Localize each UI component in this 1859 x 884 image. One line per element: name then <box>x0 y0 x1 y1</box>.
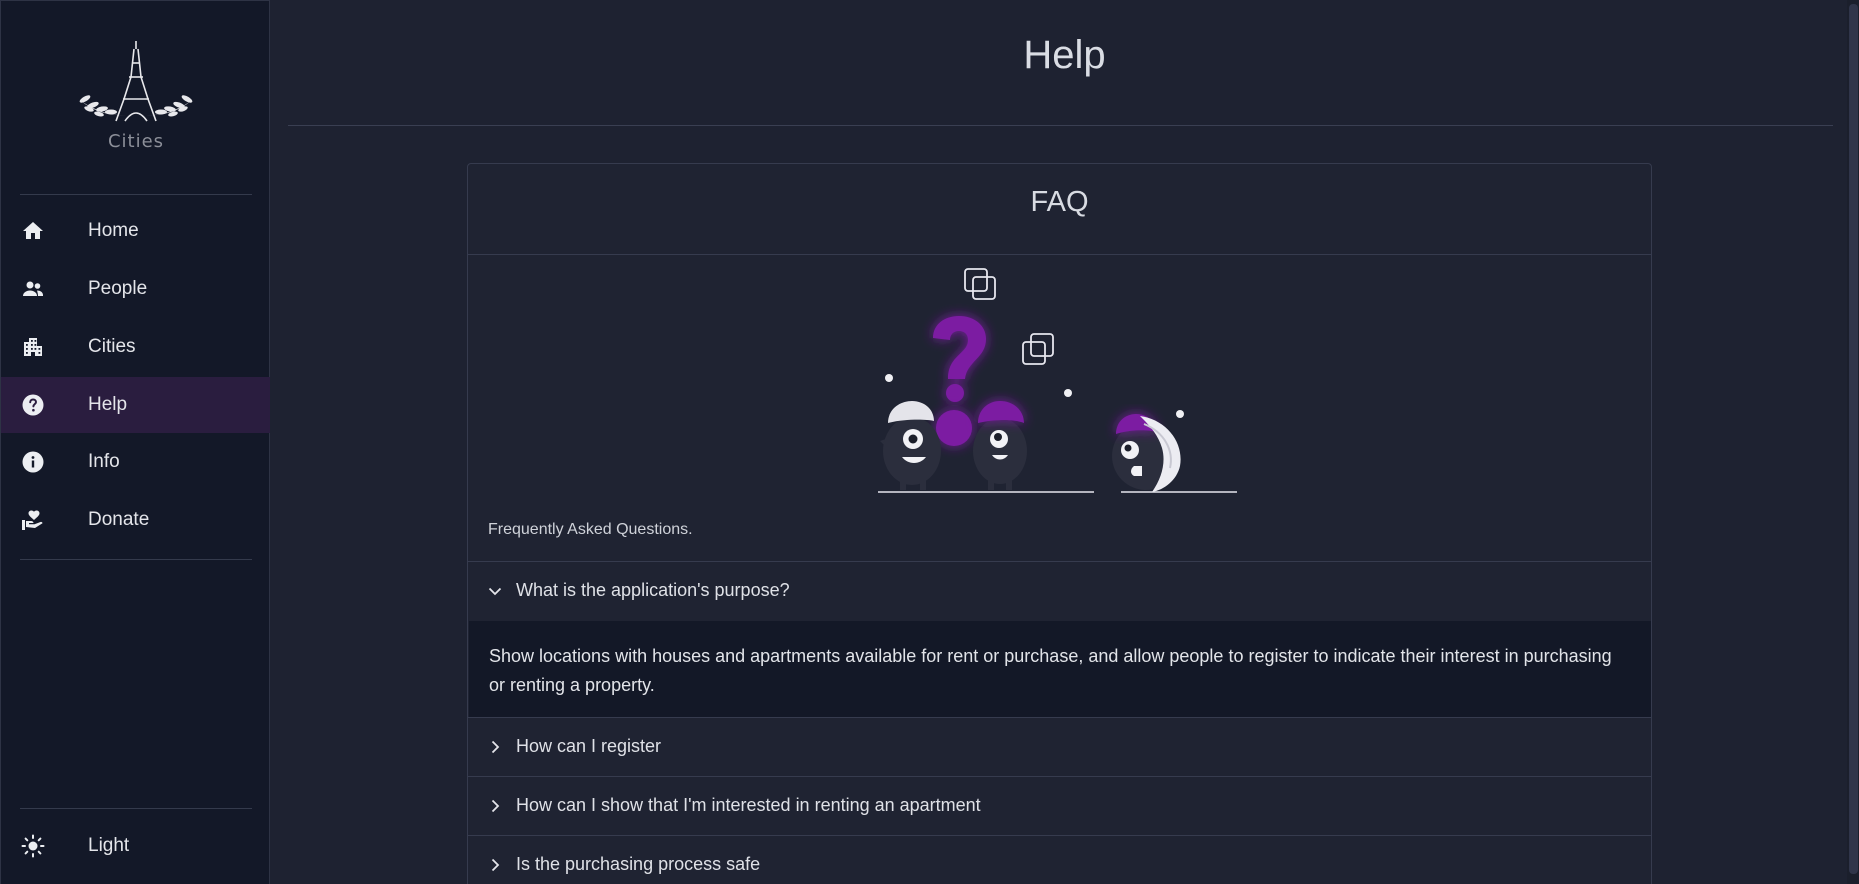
logo-text: Cities <box>107 131 165 152</box>
chevron-right-icon <box>491 799 500 813</box>
faq-answer: Show locations with houses and apartment… <box>469 621 1651 718</box>
sidebar-divider <box>20 194 252 195</box>
sidebar-item-help[interactable]: Help <box>1 377 270 433</box>
page-title: Help <box>1023 33 1106 77</box>
chevron-right-icon <box>491 858 500 872</box>
scrollbar-track[interactable] <box>1847 0 1859 884</box>
sidebar: Cities Home People Cities Help Info Dona… <box>0 0 270 884</box>
theme-toggle-label: Light <box>88 835 130 856</box>
title-divider <box>288 125 1833 126</box>
donate-icon <box>22 510 43 530</box>
faq-item: What is the application's purpose? Show … <box>468 561 1651 718</box>
sidebar-item-info[interactable]: Info <box>1 434 270 490</box>
sidebar-item-people[interactable]: People <box>1 261 270 317</box>
faq-card: FAQ Frequently Asked Questions. What is … <box>467 163 1652 884</box>
eiffel-tower-icon <box>79 41 193 122</box>
sidebar-item-label: Help <box>88 394 128 415</box>
faq-question: What is the application's purpose? <box>516 580 790 600</box>
faq-item: How can I register <box>468 717 1651 776</box>
sun-icon <box>21 834 45 858</box>
faq-caption: Frequently Asked Questions. <box>488 521 693 538</box>
sidebar-item-label: Home <box>88 220 139 241</box>
faq-question-toggle[interactable]: How can I show that I'm interested in re… <box>468 777 1651 835</box>
sidebar-item-label: Donate <box>88 509 150 530</box>
home-icon <box>23 222 43 239</box>
faq-question: Is the purchasing process safe <box>516 854 761 874</box>
faq-item: How can I show that I'm interested in re… <box>468 776 1651 835</box>
faq-title: FAQ <box>1030 186 1089 218</box>
faq-question-toggle[interactable]: Is the purchasing process safe <box>468 836 1651 884</box>
sidebar-item-label: Info <box>88 451 120 472</box>
faq-question: How can I register <box>516 736 662 756</box>
faq-item: Is the purchasing process safe <box>468 835 1651 884</box>
card-divider <box>468 254 1651 255</box>
theme-toggle-light[interactable]: Light <box>1 818 270 874</box>
sidebar-item-cities[interactable]: Cities <box>1 319 270 375</box>
scrollbar-thumb[interactable] <box>1849 4 1858 874</box>
sidebar-divider <box>20 559 252 560</box>
sidebar-divider <box>20 808 252 809</box>
info-icon <box>22 451 44 473</box>
sidebar-item-donate[interactable]: Donate <box>1 492 270 548</box>
city-icon <box>24 338 42 356</box>
people-icon <box>23 281 43 296</box>
cities-logo[interactable]: Cities <box>71 39 201 157</box>
faq-question-toggle[interactable]: What is the application's purpose? <box>468 562 1651 620</box>
help-icon <box>22 394 44 416</box>
faq-question: How can I show that I'm interested in re… <box>516 795 981 815</box>
sidebar-item-label: People <box>88 278 148 299</box>
sidebar-item-label: Cities <box>88 336 136 357</box>
chevron-right-icon <box>491 740 500 754</box>
chevron-down-icon <box>488 587 502 596</box>
sidebar-item-home[interactable]: Home <box>1 203 270 259</box>
faq-question-toggle[interactable]: How can I register <box>468 718 1651 776</box>
